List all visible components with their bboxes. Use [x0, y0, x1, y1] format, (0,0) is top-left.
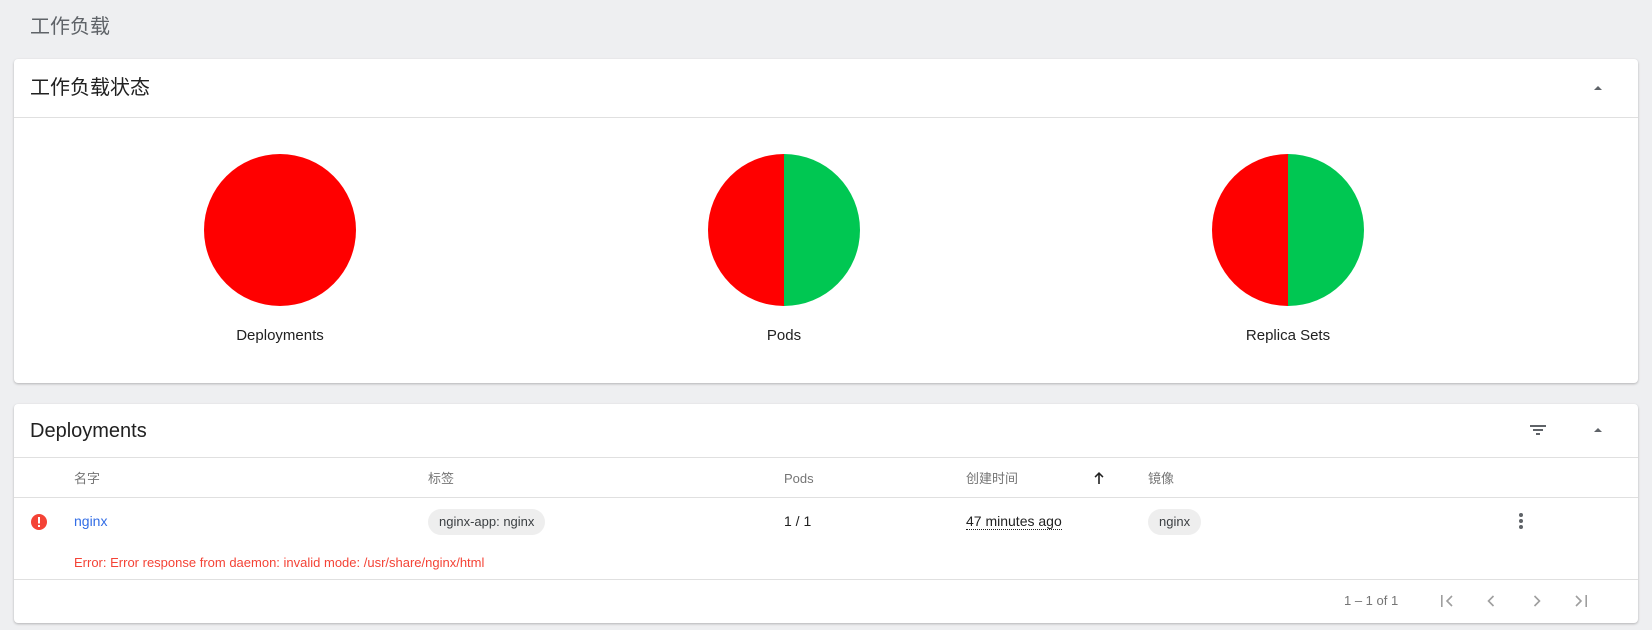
pie-slice-failed [708, 154, 784, 306]
column-labels: 标签 [428, 471, 455, 486]
pods-chart: Pods [684, 153, 884, 344]
deployments-title: Deployments [30, 420, 147, 442]
workload-charts: Deployments Pods Replica Sets [14, 118, 1638, 383]
pie-slice-failed [1212, 154, 1288, 306]
deployments-header: Deployments [14, 404, 1638, 458]
collapse-status-button[interactable] [1588, 78, 1608, 98]
column-name[interactable]: 名字 [74, 471, 100, 487]
pods-pie [708, 154, 860, 306]
chevron-up-icon [1594, 86, 1602, 90]
filter-button[interactable] [1528, 420, 1548, 440]
image-chip: nginx [1148, 509, 1202, 535]
page-title: 工作负载 [30, 16, 110, 38]
first-page-icon[interactable] [1436, 590, 1458, 612]
arrow-up-icon[interactable] [1092, 470, 1106, 486]
next-page-icon[interactable] [1526, 590, 1548, 612]
label-chip: nginx-app: nginx [428, 509, 546, 535]
pie-slice-running [1288, 154, 1364, 306]
pods-chart-label: Pods [766, 327, 802, 344]
column-created[interactable]: 创建时间 [966, 471, 1018, 487]
table-row: nginx nginx-app: nginx 1 / 1 47 minutes … [14, 498, 1638, 580]
deployment-error-message: Error: Error response from daemon: inval… [74, 555, 485, 570]
workload-status-header: 工作负载状态 [14, 59, 1638, 118]
column-images: 镜像 [1148, 471, 1175, 486]
deployments-pie [204, 154, 356, 306]
replica-sets-pie [1212, 154, 1364, 306]
collapse-deployments-button[interactable] [1588, 420, 1608, 440]
workload-status-title: 工作负载状态 [30, 77, 150, 99]
table-header: 名字 标签 Pods 创建时间 镜像 [14, 458, 1638, 498]
chevron-up-icon [1594, 428, 1602, 432]
more-vert-icon[interactable] [1510, 510, 1532, 532]
last-page-icon[interactable] [1570, 590, 1592, 612]
pie-slice-running [784, 154, 860, 306]
replica-sets-chart-label: Replica Sets [1245, 327, 1331, 344]
deployment-name-link[interactable]: nginx [74, 513, 107, 529]
replica-sets-chart: Replica Sets [1188, 153, 1388, 344]
filter-icon [1530, 425, 1546, 435]
workload-status-card: 工作负载状态 Deployments Pods Replica Sets [14, 59, 1638, 383]
deployments-chart: Deployments [180, 153, 380, 344]
deployments-card: Deployments 名字 标签 Pods 创建时间 镜像 nginx ngi… [14, 404, 1638, 623]
pods-count: 1 / 1 [784, 513, 812, 529]
column-pods: Pods [784, 471, 814, 486]
table-pagination: 1 – 1 of 1 [14, 580, 1638, 620]
created-time: 47 minutes ago [966, 513, 1062, 530]
error-icon [31, 514, 47, 530]
prev-page-icon[interactable] [1480, 590, 1502, 612]
pagination-range: 1 – 1 of 1 [1344, 593, 1399, 608]
deployments-chart-label: Deployments [236, 327, 324, 344]
pie-slice-failed [204, 154, 356, 306]
